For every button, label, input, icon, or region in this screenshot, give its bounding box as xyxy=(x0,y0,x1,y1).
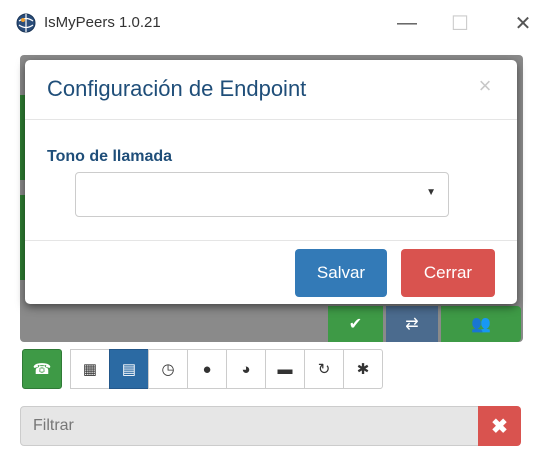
main-toolbar: ☎ ▦ ▤ ◷ ● ◕ ▬ ↻ ✱ xyxy=(22,349,383,389)
cancel-button[interactable]: Cerrar xyxy=(401,249,495,297)
clear-icon: ✖ xyxy=(491,415,508,438)
keypad-icon: ▦ xyxy=(82,361,98,378)
modal-header: Configuración de Endpoint × xyxy=(25,60,517,120)
transfer-icon: ⇄ xyxy=(405,316,419,333)
accept-button[interactable]: ✔ xyxy=(328,306,383,342)
chevron-down-icon: ▼ xyxy=(426,187,436,198)
ringtone-select[interactable]: ▼ xyxy=(75,172,449,217)
clock-icon: ◷ xyxy=(161,361,175,378)
modal-title: Configuración de Endpoint xyxy=(47,76,307,101)
ringtone-label: Tono de llamada xyxy=(47,148,173,165)
transfer-button[interactable]: ⇄ xyxy=(386,306,438,342)
check-icon: ✔ xyxy=(348,316,363,333)
share-button[interactable]: ↻ xyxy=(304,349,344,389)
app-logo-icon xyxy=(16,13,36,33)
history-button[interactable]: ◷ xyxy=(148,349,188,389)
clear-filter-button[interactable]: ✖ xyxy=(478,406,521,446)
globe-icon: ◕ xyxy=(241,360,251,378)
conference-button[interactable]: 👥 xyxy=(441,306,521,342)
settings-button[interactable]: ✱ xyxy=(343,349,383,389)
maximize-button[interactable]: ☐ xyxy=(440,8,480,38)
contacts-button[interactable]: ● xyxy=(187,349,227,389)
modal-footer: Salvar Cerrar xyxy=(25,240,517,304)
share-icon: ↻ xyxy=(317,361,331,378)
endpoint-config-dialog: Configuración de Endpoint × Tono de llam… xyxy=(25,60,517,304)
chat-button[interactable]: ▬ xyxy=(265,349,305,389)
save-button[interactable]: Salvar xyxy=(295,249,387,297)
list-icon: ▤ xyxy=(121,361,137,378)
modal-close-button[interactable]: × xyxy=(471,72,499,100)
user-icon: ● xyxy=(202,360,212,378)
keypad-button[interactable]: ▦ xyxy=(70,349,110,389)
network-button[interactable]: ◕ xyxy=(226,349,266,389)
minimize-button[interactable]: — xyxy=(387,8,427,38)
chat-icon: ▬ xyxy=(277,360,293,378)
list-button[interactable]: ▤ xyxy=(109,349,149,389)
filter-input[interactable]: Filtrar xyxy=(20,406,480,446)
phone-button[interactable]: ☎ xyxy=(22,349,62,389)
group-icon: 👥 xyxy=(471,316,491,333)
window-title: IsMyPeers 1.0.21 xyxy=(44,14,161,31)
window-titlebar: IsMyPeers 1.0.21 — ☐ ✕ xyxy=(0,0,546,48)
close-window-button[interactable]: ✕ xyxy=(503,8,543,38)
phone-icon: ☎ xyxy=(32,361,52,378)
settings-icon: ✱ xyxy=(356,361,370,378)
